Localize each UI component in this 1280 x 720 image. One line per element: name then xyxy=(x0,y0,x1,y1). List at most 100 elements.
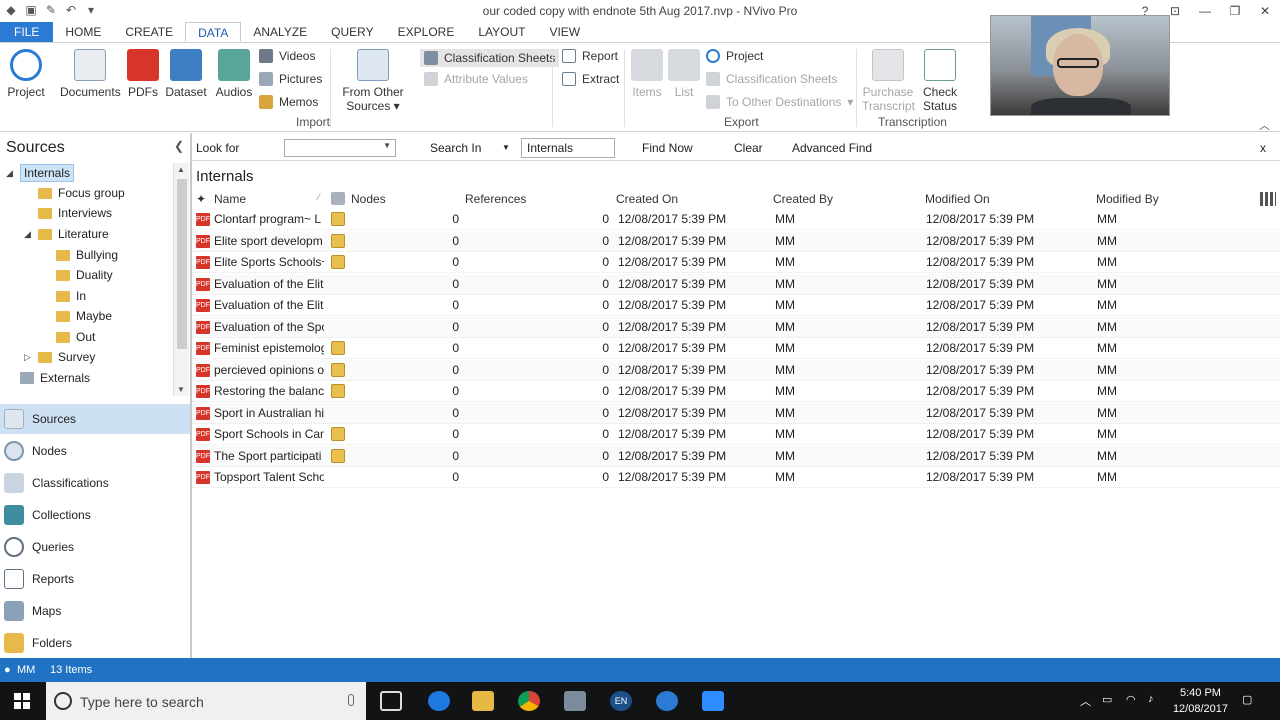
report-button[interactable]: Report xyxy=(562,49,618,63)
nav-classifications[interactable]: Classifications xyxy=(0,468,190,498)
pictures-button[interactable]: Pictures xyxy=(259,72,322,86)
cell-name[interactable]: Evaluation of the Elit xyxy=(214,298,324,312)
table-row[interactable]: PDF Sport Schools in Can 0 0 12/08/2017 5:39… xyxy=(192,424,1280,445)
tree-item-duality[interactable]: Duality xyxy=(56,265,113,285)
nav-maps[interactable]: Maps xyxy=(0,596,190,626)
tab-view[interactable]: VIEW xyxy=(537,22,592,42)
export-project-button[interactable]: Project xyxy=(706,49,763,63)
cell-name[interactable]: Sport in Australian hi xyxy=(214,406,324,420)
tab-create[interactable]: CREATE xyxy=(113,22,185,42)
tree-item-internals[interactable]: ◢ Internals xyxy=(6,163,75,183)
battery-icon[interactable]: ▭ xyxy=(1102,693,1112,706)
from-other-sources-button[interactable]: From Other Sources ▾ xyxy=(340,49,406,113)
video-call-icon[interactable] xyxy=(702,691,724,711)
column-created-by[interactable]: Created By xyxy=(773,192,833,206)
table-row[interactable]: PDF Sport in Australian hi 0 0 12/08/2017 5:… xyxy=(192,402,1280,424)
nav-reports[interactable]: Reports xyxy=(0,564,190,594)
windows-start-icon[interactable] xyxy=(14,693,30,709)
tray-chevron-icon[interactable]: ︿ xyxy=(1080,693,1091,709)
column-name[interactable]: Name xyxy=(214,192,246,206)
table-row[interactable]: PDF Feminist epistemolog 0 0 12/08/2017 5:39… xyxy=(192,338,1280,359)
app-icon[interactable] xyxy=(564,691,586,711)
file-explorer-icon[interactable] xyxy=(472,691,494,711)
tab-analyze[interactable]: ANALYZE xyxy=(241,22,319,42)
tree-scrollbar[interactable]: ▲ ▼ xyxy=(173,163,189,396)
collapse-nav-icon[interactable]: ❮ xyxy=(174,139,184,153)
close-find-bar-button[interactable]: x xyxy=(1260,141,1266,155)
scroll-thumb[interactable] xyxy=(177,179,187,349)
nav-sources[interactable]: Sources xyxy=(0,404,190,434)
tree-item-maybe[interactable]: Maybe xyxy=(56,306,112,326)
tab-file[interactable]: FILE xyxy=(0,22,54,42)
tree-item-externals[interactable]: Externals xyxy=(20,368,90,388)
tab-query[interactable]: QUERY xyxy=(319,22,385,42)
notifications-icon[interactable]: ▢ xyxy=(1242,693,1252,706)
column-references[interactable]: References xyxy=(465,192,526,206)
cell-name[interactable]: Clontarf program~ L xyxy=(214,212,324,226)
to-other-destinations-button[interactable]: To Other Destinations ▾ xyxy=(706,95,853,109)
tree-item-interviews[interactable]: Interviews xyxy=(38,203,112,223)
collapse-ribbon-icon[interactable]: ︿ xyxy=(1259,117,1270,133)
project-button[interactable]: Project xyxy=(6,49,46,99)
table-row[interactable]: PDF Evaluation of the Spo 0 0 12/08/2017 5:3… xyxy=(192,316,1280,338)
expand-icon[interactable]: ◢ xyxy=(24,229,32,240)
cell-name[interactable]: percieved opinions o xyxy=(214,363,324,377)
expand-icon[interactable]: ▷ xyxy=(24,352,32,363)
scroll-up-icon[interactable]: ▲ xyxy=(177,165,185,174)
tree-item-out[interactable]: Out xyxy=(56,327,95,347)
taskbar-search-box[interactable]: Type here to search xyxy=(46,682,366,720)
cell-name[interactable]: Elite sport developm xyxy=(214,234,324,248)
nav-collections[interactable]: Collections xyxy=(0,500,190,530)
tree-item-bullying[interactable]: Bullying xyxy=(56,245,118,265)
cell-name[interactable]: Restoring the balanc xyxy=(214,384,324,398)
table-row[interactable]: PDF Elite Sports Schools~ 0 0 12/08/2017 5:3… xyxy=(192,252,1280,273)
nav-nodes[interactable]: Nodes xyxy=(0,436,190,466)
export-list-button[interactable]: List xyxy=(668,49,700,99)
pin-icon[interactable]: ✦ xyxy=(196,192,206,206)
microphone-icon[interactable] xyxy=(348,694,354,706)
tree-item-literature[interactable]: ◢ Literature xyxy=(24,224,109,244)
clear-button[interactable]: Clear xyxy=(734,141,763,155)
table-row[interactable]: PDF Restoring the balanc 0 0 12/08/2017 5:39… xyxy=(192,381,1280,402)
cell-name[interactable]: Sport Schools in Can xyxy=(214,427,324,441)
table-row[interactable]: PDF The Sport participati 0 0 12/08/2017 5:3… xyxy=(192,445,1280,467)
nvivo-icon[interactable] xyxy=(656,691,678,711)
tab-layout[interactable]: LAYOUT xyxy=(466,22,537,42)
volume-icon[interactable]: ♪ xyxy=(1148,693,1154,705)
advanced-find-button[interactable]: Advanced Find xyxy=(792,141,872,155)
pdfs-button[interactable]: PDFs xyxy=(126,49,160,99)
tree-item-focus-group[interactable]: Focus group xyxy=(38,183,125,203)
cell-name[interactable]: Feminist epistemolog xyxy=(214,341,324,355)
cell-name[interactable]: Elite Sports Schools~ xyxy=(214,255,324,269)
find-now-button[interactable]: Find Now xyxy=(642,141,693,155)
purchase-transcript-button[interactable]: Purchase Transcript xyxy=(862,49,915,113)
cell-name[interactable]: Topsport Talent Scho xyxy=(214,470,324,484)
audios-button[interactable]: Audios xyxy=(214,49,254,99)
tab-data[interactable]: DATA xyxy=(185,22,242,42)
column-chooser-icon[interactable] xyxy=(1260,192,1276,206)
check-status-button[interactable]: Check Status xyxy=(918,49,962,113)
wifi-icon[interactable]: ◠ xyxy=(1126,693,1136,706)
tree-item-in[interactable]: In xyxy=(56,286,86,306)
restore-button[interactable]: ❐ xyxy=(1220,0,1250,22)
videos-button[interactable]: Videos xyxy=(259,49,315,63)
dataset-button[interactable]: Dataset xyxy=(164,49,208,99)
memos-button[interactable]: Memos xyxy=(259,95,318,109)
nav-folders[interactable]: Folders xyxy=(0,628,190,658)
search-in-dropdown-icon[interactable]: ▼ xyxy=(502,143,510,152)
table-row[interactable]: PDF percieved opinions o 0 0 12/08/2017 5:39… xyxy=(192,359,1280,381)
table-row[interactable]: PDF Evaluation of the Elit 0 0 12/08/2017 5:… xyxy=(192,273,1280,295)
close-window-button[interactable]: ✕ xyxy=(1250,0,1280,22)
taskbar-clock[interactable]: 5:40 PM 12/08/2017 xyxy=(1173,685,1228,717)
tab-home[interactable]: HOME xyxy=(53,22,113,42)
attribute-values-button[interactable]: Attribute Values xyxy=(424,72,528,86)
export-classification-sheets-button[interactable]: Classification Sheets xyxy=(706,72,837,86)
minimize-button[interactable]: — xyxy=(1190,0,1220,22)
extract-button[interactable]: Extract xyxy=(562,72,619,86)
search-in-field[interactable]: Internals xyxy=(521,138,615,158)
search-in-button[interactable]: Search In xyxy=(430,141,481,155)
cell-name[interactable]: The Sport participati xyxy=(214,449,324,463)
tab-explore[interactable]: EXPLORE xyxy=(386,22,467,42)
look-for-input[interactable]: ▼ xyxy=(284,139,396,157)
nav-queries[interactable]: Queries xyxy=(0,532,190,562)
